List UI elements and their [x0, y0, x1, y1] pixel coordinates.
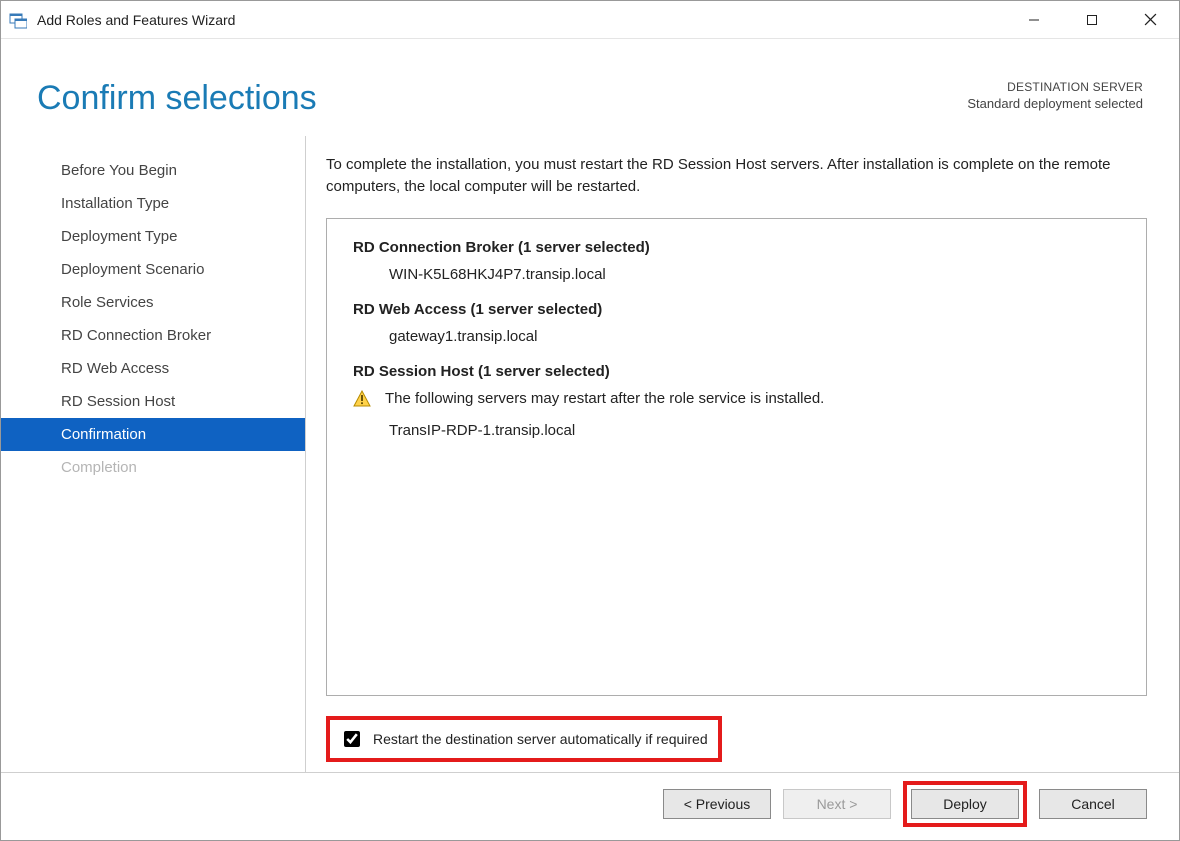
warning-row: The following servers may restart after …	[353, 390, 1120, 408]
wizard-footer: < Previous Next > Deploy Cancel	[1, 772, 1179, 834]
maximize-button[interactable]	[1063, 1, 1121, 38]
warning-icon	[353, 390, 371, 408]
server-manager-icon	[9, 11, 27, 29]
deploy-button[interactable]: Deploy	[911, 789, 1019, 819]
wizard-body: Before You Begin Installation Type Deplo…	[1, 136, 1179, 772]
window-title: Add Roles and Features Wizard	[37, 12, 235, 28]
titlebar: Add Roles and Features Wizard	[1, 1, 1179, 39]
deploy-highlight: Deploy	[903, 781, 1027, 827]
restart-checkbox-row[interactable]: Restart the destination server automatic…	[326, 716, 722, 762]
window-controls	[1005, 1, 1179, 38]
cancel-button[interactable]: Cancel	[1039, 789, 1147, 819]
step-rd-session-host[interactable]: RD Session Host	[1, 385, 305, 418]
step-confirmation[interactable]: Confirmation	[1, 418, 305, 451]
step-deployment-scenario[interactable]: Deployment Scenario	[1, 253, 305, 286]
destination-label: DESTINATION SERVER	[967, 79, 1143, 95]
step-completion: Completion	[1, 451, 305, 484]
main-content: To complete the installation, you must r…	[306, 136, 1179, 772]
previous-button[interactable]: < Previous	[663, 789, 771, 819]
step-role-services[interactable]: Role Services	[1, 286, 305, 319]
step-rd-connection-broker[interactable]: RD Connection Broker	[1, 319, 305, 352]
section-head-rd-connection-broker: RD Connection Broker (1 server selected)	[353, 239, 1120, 256]
summary-panel: RD Connection Broker (1 server selected)…	[326, 218, 1147, 697]
server-item: TransIP-RDP-1.transip.local	[353, 422, 1120, 439]
destination-value: Standard deployment selected	[967, 95, 1143, 113]
step-before-you-begin[interactable]: Before You Begin	[1, 154, 305, 187]
step-installation-type[interactable]: Installation Type	[1, 187, 305, 220]
step-deployment-type[interactable]: Deployment Type	[1, 220, 305, 253]
warning-text: The following servers may restart after …	[385, 390, 824, 407]
section-head-rd-session-host: RD Session Host (1 server selected)	[353, 363, 1120, 380]
server-item: WIN-K5L68HKJ4P7.transip.local	[353, 266, 1120, 283]
restart-label: Restart the destination server automatic…	[373, 731, 708, 747]
step-rd-web-access[interactable]: RD Web Access	[1, 352, 305, 385]
page-title: Confirm selections	[37, 79, 317, 118]
header: Confirm selections DESTINATION SERVER St…	[1, 39, 1179, 136]
intro-text: To complete the installation, you must r…	[326, 154, 1147, 198]
section-head-rd-web-access: RD Web Access (1 server selected)	[353, 301, 1120, 318]
restart-checkbox[interactable]	[344, 731, 360, 747]
close-button[interactable]	[1121, 1, 1179, 38]
minimize-button[interactable]	[1005, 1, 1063, 38]
destination-server-block: DESTINATION SERVER Standard deployment s…	[967, 79, 1143, 113]
wizard-steps-sidebar: Before You Begin Installation Type Deplo…	[1, 136, 305, 772]
next-button: Next >	[783, 789, 891, 819]
server-item: gateway1.transip.local	[353, 328, 1120, 345]
